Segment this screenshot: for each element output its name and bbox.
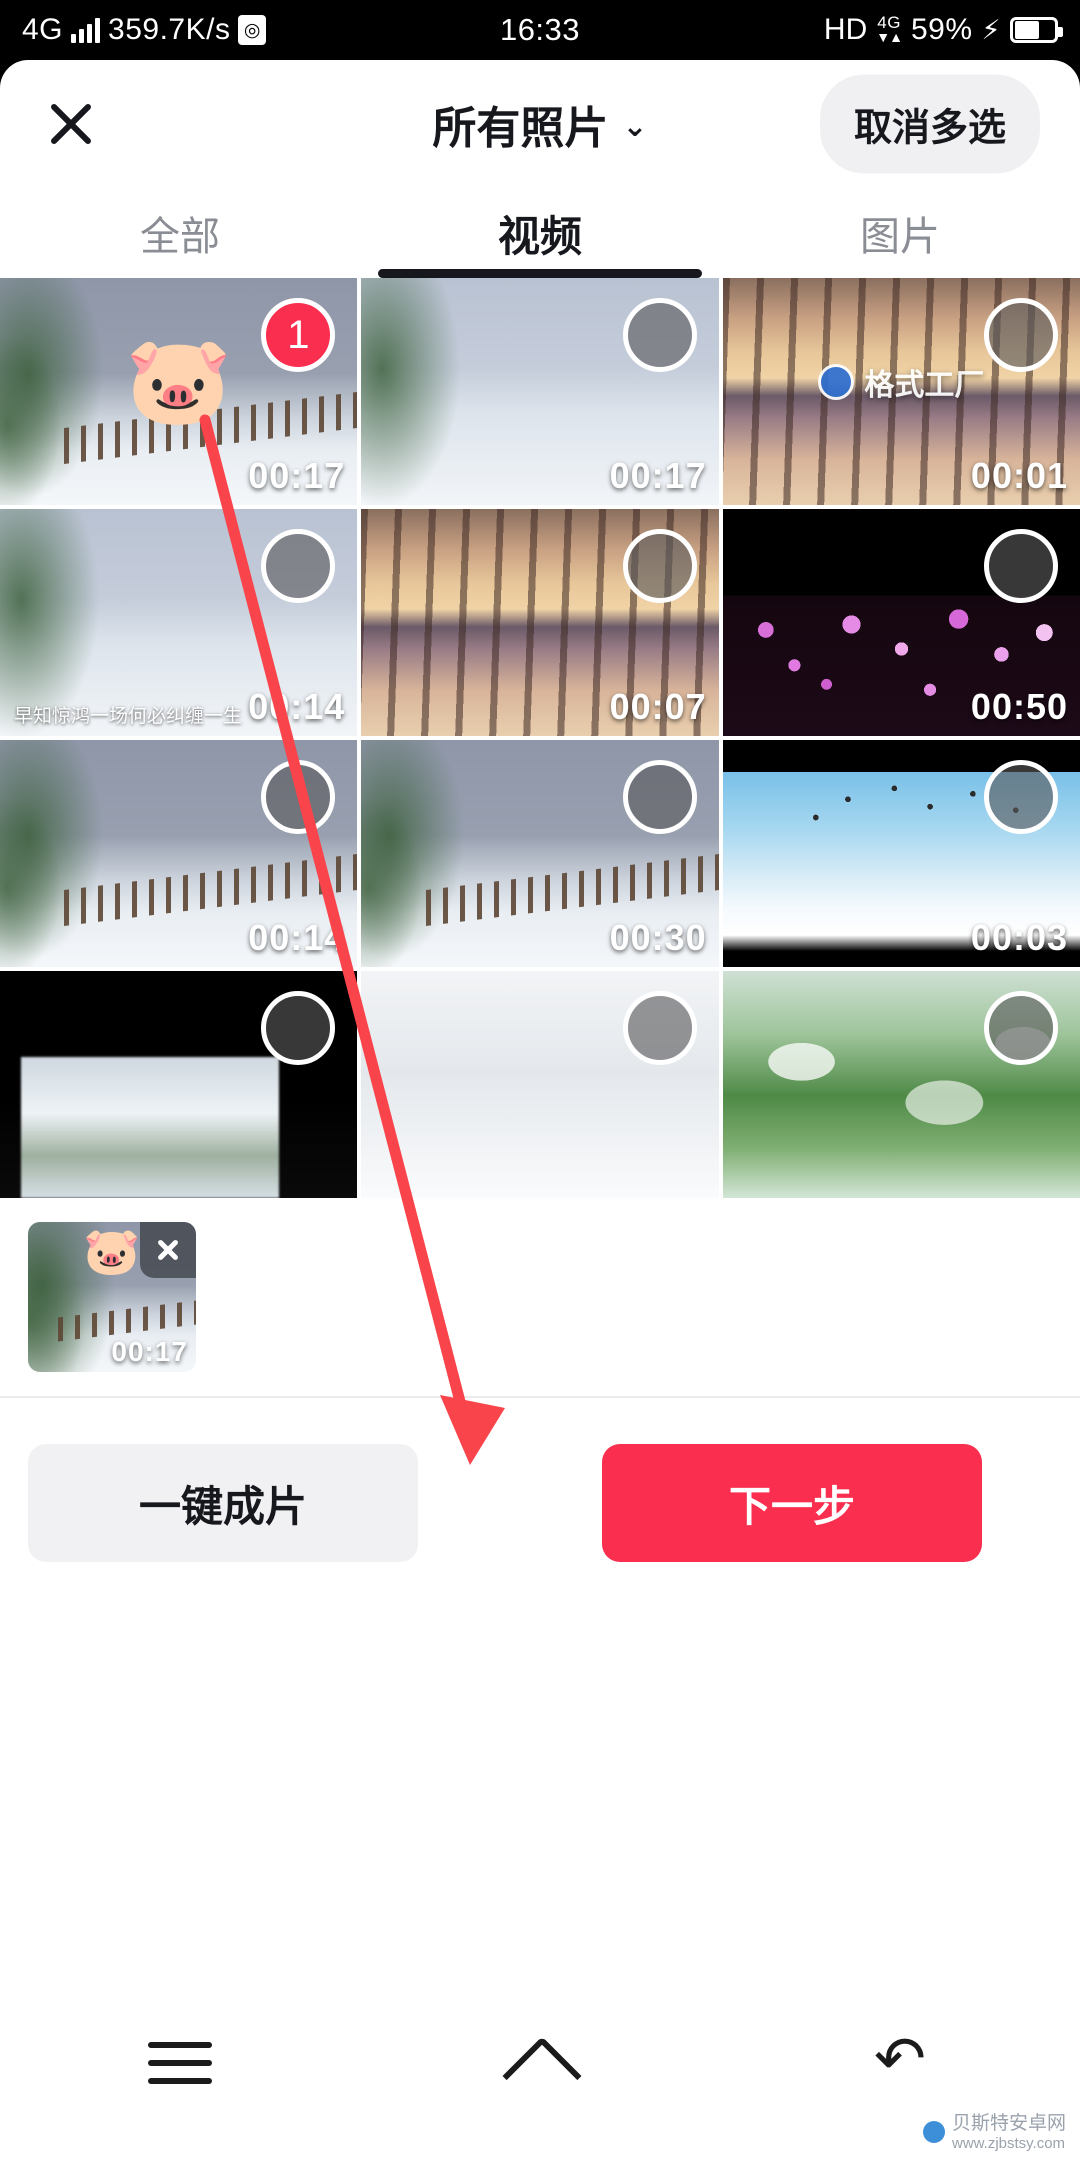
media-item[interactable] (722, 971, 1080, 1198)
menu-icon[interactable] (144, 2024, 216, 2096)
watermark-logo-icon (922, 2121, 945, 2144)
battery-icon (1010, 17, 1063, 43)
video-watermark-label: 格式工厂 (818, 360, 984, 404)
home-icon[interactable] (504, 2024, 576, 2096)
media-item[interactable] (361, 971, 719, 1198)
page-watermark: 贝斯特安卓网 www.zjbstsy.com (922, 2112, 1066, 2152)
media-item[interactable]: 格式工厂 00:01 (722, 278, 1080, 505)
tab-images[interactable]: 图片 (720, 188, 1080, 278)
chevron-down-icon: ⌄ (622, 109, 648, 143)
tab-video[interactable]: 视频 (360, 188, 720, 278)
duration-label: 00:50 (970, 686, 1068, 727)
duration-label: 00:14 (248, 917, 346, 958)
duration-label: 00:17 (609, 455, 707, 496)
sticker-pig-icon: 🐷 (83, 1225, 141, 1277)
select-checkbox[interactable] (984, 991, 1058, 1065)
media-grid: 🐷 1 00:17 00:17 格式工厂 00:01 早知惊鸿一场何必纠缠一生 … (0, 278, 1080, 1198)
media-item[interactable]: 00:07 (361, 509, 719, 736)
next-step-button[interactable]: 下一步 (602, 1444, 982, 1562)
media-type-tabs: 全部 视频 图片 (0, 188, 1080, 278)
action-bar: 一键成片 下一步 (0, 1398, 1080, 1608)
select-checkbox[interactable] (261, 991, 336, 1065)
watermark-url: www.zjbstsy.com (951, 2134, 1066, 2152)
watermark-logo-icon (818, 364, 855, 401)
duration-label: 00:17 (248, 455, 346, 496)
remove-selected-icon[interactable] (140, 1222, 196, 1278)
picker-sheet: 所有照片 ⌄ 取消多选 全部 视频 图片 🐷 1 00:17 00:17 格式工… (0, 60, 1080, 1960)
media-item[interactable]: 00:14 (0, 740, 358, 967)
watermark-text: 贝斯特安卓网 (951, 2112, 1066, 2134)
sticker-pig-icon: 🐷 (125, 333, 233, 429)
back-icon[interactable]: ↶ (864, 2024, 936, 2096)
select-checkbox[interactable] (622, 529, 697, 603)
select-checkbox[interactable] (261, 760, 336, 834)
media-item[interactable]: 00:50 (722, 509, 1080, 736)
one-key-movie-button[interactable]: 一键成片 (28, 1444, 418, 1562)
duration-label: 00:01 (970, 455, 1068, 496)
sheet-header: 所有照片 ⌄ 取消多选 (0, 60, 1080, 188)
select-checkbox[interactable] (984, 298, 1058, 372)
cancel-multiselect-button[interactable]: 取消多选 (819, 74, 1040, 174)
selected-items-tray: 🐷 00:17 (0, 1198, 1080, 1398)
system-nav-bar: ↶ 贝斯特安卓网 www.zjbstsy.com (0, 1960, 1080, 2160)
active-tab-indicator (377, 269, 702, 278)
tab-all[interactable]: 全部 (0, 188, 360, 278)
status-bar: 4G 359.7K/s ◎ 16:33 HD 4G ▼▲ 59% ⚡ (0, 0, 1080, 60)
select-checkbox[interactable] (984, 529, 1058, 603)
select-checkbox[interactable] (261, 529, 336, 603)
select-checkbox[interactable] (622, 298, 697, 372)
duration-label: 00:30 (609, 917, 707, 958)
media-item[interactable] (0, 971, 358, 1198)
select-checkbox[interactable] (984, 760, 1058, 834)
video-caption-label: 早知惊鸿一场何必纠缠一生 (14, 706, 243, 727)
select-checkbox[interactable] (622, 760, 697, 834)
duration-label: 00:03 (970, 917, 1068, 958)
select-checkbox[interactable] (622, 991, 697, 1065)
duration-label: 00:17 (111, 1336, 188, 1367)
media-item[interactable]: 早知惊鸿一场何必纠缠一生 00:14 (0, 509, 358, 736)
media-item[interactable]: 00:30 (361, 740, 719, 967)
album-name-label: 所有照片 (432, 104, 609, 153)
duration-label: 00:14 (248, 686, 346, 727)
media-item[interactable]: 🐷 1 00:17 (0, 278, 358, 505)
status-bar-clock: 16:33 (499, 12, 581, 47)
media-item[interactable]: 00:17 (361, 278, 719, 505)
select-checkbox[interactable]: 1 (261, 298, 336, 372)
duration-label: 00:07 (609, 686, 707, 727)
media-item[interactable]: 00:03 (722, 740, 1080, 967)
selected-item[interactable]: 🐷 00:17 (28, 1222, 196, 1372)
